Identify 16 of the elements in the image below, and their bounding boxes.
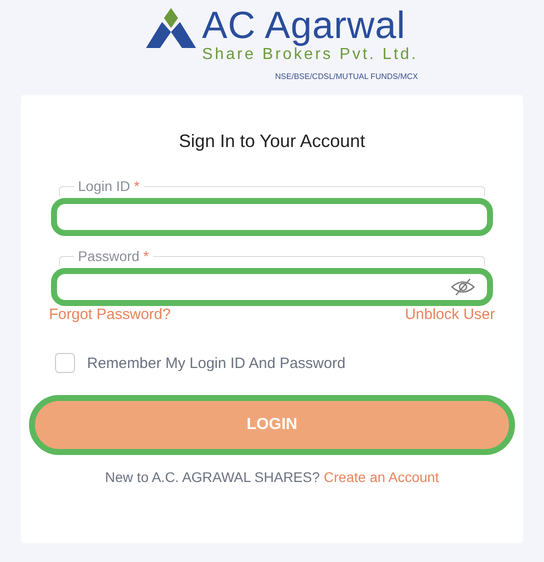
field-label: Login ID *	[77, 178, 140, 194]
input-field[interactable]	[51, 268, 493, 306]
brand-name: AC Agarwal	[202, 6, 407, 46]
link[interactable]: Unblock User	[404, 306, 495, 323]
login-button[interactable]: LOGIN	[29, 395, 515, 455]
brand-subtitle: Share Brokers Pvt. Ltd.	[202, 46, 418, 64]
checkbox[interactable]	[55, 353, 75, 373]
checkbox-label: Remember My Login ID And Password	[87, 354, 346, 372]
input-field[interactable]	[51, 198, 493, 236]
create-account-link[interactable]: Create an Account	[324, 469, 439, 485]
hidden-eye-icon[interactable]	[451, 278, 475, 296]
signup-prompt: New to A.C. AGRAWAL SHARES?	[105, 469, 320, 485]
link[interactable]: Forgot Password?	[49, 306, 171, 323]
field-label: Password *	[77, 248, 150, 264]
brand-tagline: NSE/BSE/CDSL/MUTUAL FUNDS/MCX	[275, 72, 418, 81]
form-title: Sign In to Your Account	[178, 131, 366, 152]
